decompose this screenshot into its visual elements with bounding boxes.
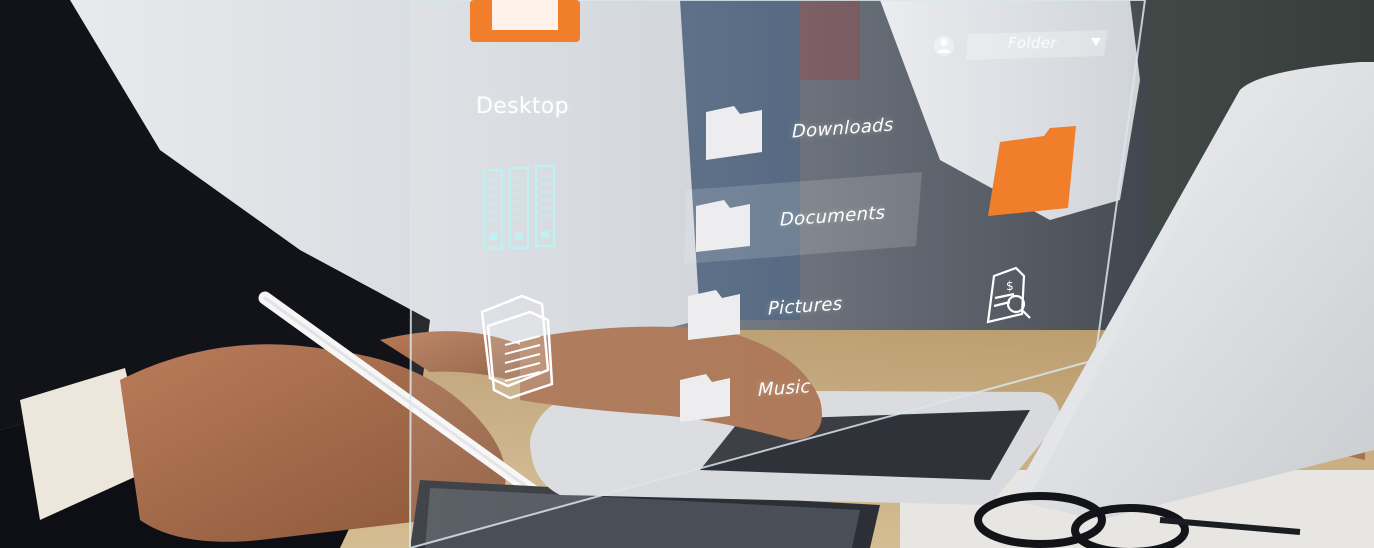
folder-icon[interactable] [706, 106, 762, 160]
folder-label-music[interactable]: Music [758, 376, 811, 401]
folder-icon[interactable] [988, 126, 1076, 216]
photo-scene: $ Desktop Folder Downloads Documents Pic… [0, 0, 1374, 548]
invoice-search-icon[interactable]: $ [986, 266, 1031, 324]
svg-text:$: $ [1006, 279, 1014, 293]
hologram-overlay: $ [470, 0, 1108, 422]
folder-icon[interactable] [696, 200, 750, 252]
user-icon[interactable] [934, 36, 954, 56]
folder-dropdown-label: Folder [1008, 34, 1057, 52]
desktop-label: Desktop [476, 94, 569, 119]
server-icon[interactable] [482, 164, 556, 250]
documents-stack-icon[interactable] [480, 294, 554, 400]
folder-icon[interactable] [470, 0, 580, 42]
folder-icon[interactable] [680, 374, 730, 422]
folder-icon[interactable] [688, 290, 740, 340]
